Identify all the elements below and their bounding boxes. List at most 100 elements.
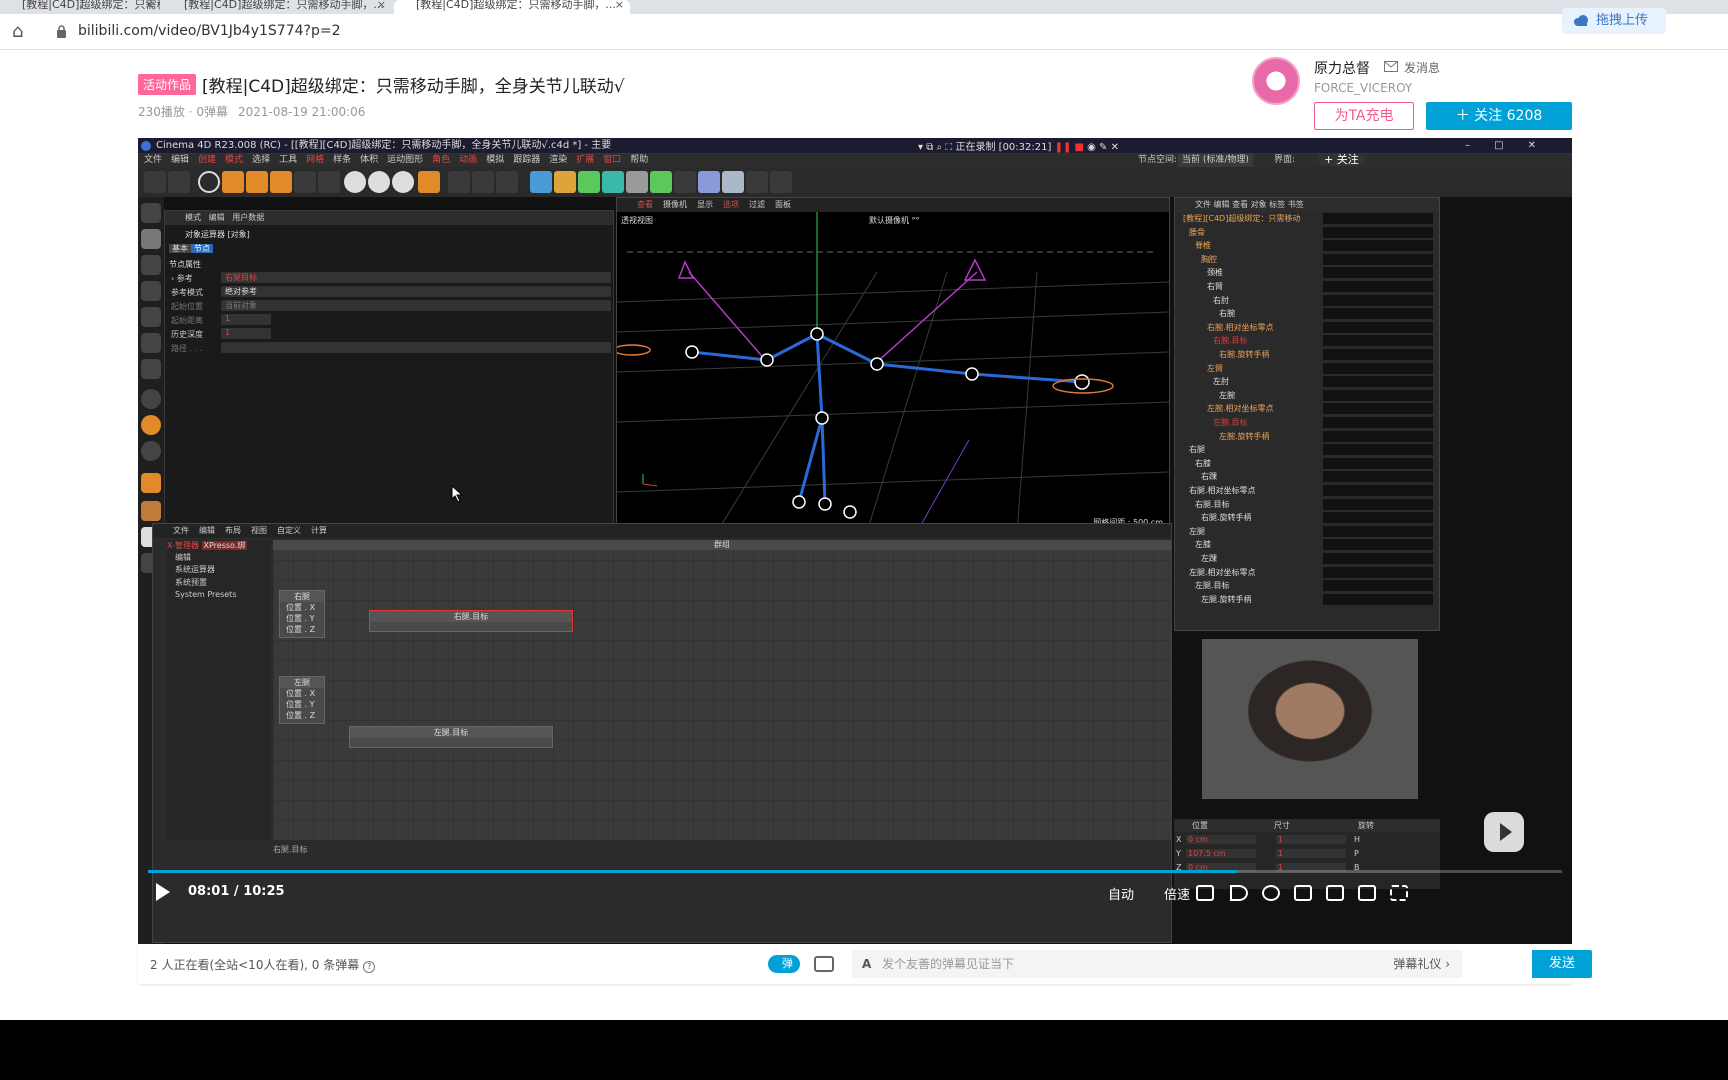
object-row[interactable]: 左腿.相对坐标零点 xyxy=(1175,566,1439,579)
node-left-leg-target[interactable]: 左腿.目标 xyxy=(349,726,553,748)
video-player[interactable]: Cinema 4D R23.008 (RC) - [[教程][C4D]超级绑定：… xyxy=(138,138,1572,944)
cube-icon[interactable] xyxy=(530,171,552,193)
tab-close-icon[interactable]: × xyxy=(145,0,154,10)
points-mode-icon[interactable] xyxy=(141,281,161,301)
object-tags[interactable] xyxy=(1323,525,1433,537)
grid-icon[interactable] xyxy=(141,501,161,521)
y-axis-lock-icon[interactable] xyxy=(368,171,390,193)
node-right-leg-target[interactable]: 右腿.目标 xyxy=(369,610,573,632)
volume-icon[interactable] xyxy=(1230,885,1248,901)
danmaku-toggle[interactable]: 弹 xyxy=(768,955,800,973)
fullscreen-icon[interactable] xyxy=(1390,885,1408,901)
menu-item[interactable]: 渲染 xyxy=(549,155,567,165)
object-tags[interactable] xyxy=(1323,566,1433,578)
object-row[interactable]: 左肘 xyxy=(1175,375,1439,388)
tree-item[interactable]: 系统运算器 xyxy=(167,564,271,577)
pen-icon[interactable] xyxy=(554,171,576,193)
danmaku-settings-icon[interactable] xyxy=(814,956,834,972)
object-tags[interactable] xyxy=(1323,321,1433,333)
home-icon[interactable]: ⌂ xyxy=(12,22,32,42)
menu-item[interactable]: 选择 xyxy=(252,155,270,165)
wide-mode-icon[interactable] xyxy=(1326,885,1344,901)
redo-icon[interactable] xyxy=(168,171,190,193)
picture-in-picture-icon[interactable] xyxy=(1294,885,1312,901)
node-space-select[interactable]: 当前 (标准/物理) xyxy=(1178,154,1253,167)
browser-tab-active[interactable]: [教程|C4D]超级绑定：只需移动手脚，... × xyxy=(394,0,630,14)
menu-item[interactable]: 创建 xyxy=(198,155,216,165)
undo-icon[interactable] xyxy=(144,171,166,193)
object-tags[interactable] xyxy=(1323,213,1433,224)
tab-basic[interactable]: 基本 xyxy=(169,244,191,253)
object-row[interactable]: 胸腔 xyxy=(1175,253,1439,266)
object-tags[interactable] xyxy=(1323,580,1433,592)
menu-item[interactable]: 模式 xyxy=(225,155,243,165)
tree-item[interactable]: System Presets xyxy=(167,590,271,603)
render-region-icon[interactable] xyxy=(448,171,470,193)
axis-icon[interactable] xyxy=(318,171,340,193)
menu-item[interactable]: 文件 xyxy=(144,155,162,165)
render-settings-icon[interactable] xyxy=(496,171,518,193)
drag-upload-button[interactable]: 拖拽上传 xyxy=(1562,8,1666,34)
snap-icon[interactable] xyxy=(141,389,161,409)
object-tags[interactable] xyxy=(1323,294,1433,306)
play-icon[interactable] xyxy=(156,883,170,901)
object-row[interactable]: 右膝 xyxy=(1175,457,1439,470)
tab-node[interactable]: 节点 xyxy=(191,244,213,253)
3d-viewport[interactable]: 查看 摄像机 显示 选项 过滤 面板 透视视图 默认摄像机 °° xyxy=(616,197,1170,533)
danmaku-etiquette-link[interactable]: 弹幕礼仪 › xyxy=(1393,950,1450,978)
web-fullscreen-icon[interactable] xyxy=(1358,885,1376,901)
object-row[interactable]: 左腿.目标 xyxy=(1175,579,1439,592)
object-row[interactable]: 腰骨 xyxy=(1175,226,1439,239)
menu-item[interactable]: 运动图形 xyxy=(387,155,423,165)
object-row[interactable]: 右腕.相对坐标零点 xyxy=(1175,321,1439,334)
object-row[interactable]: 左腕 xyxy=(1175,389,1439,402)
coordinate-system-icon[interactable] xyxy=(418,171,440,193)
workplane-icon[interactable] xyxy=(141,441,161,461)
x-axis-lock-icon[interactable] xyxy=(344,171,366,193)
browser-tab[interactable]: [教程|C4D]超级绑定：只需移动手脚，...× xyxy=(162,0,392,14)
object-row[interactable]: 右腿 xyxy=(1175,443,1439,456)
menu-item[interactable]: 帮助 xyxy=(630,155,648,165)
axis-mode-icon[interactable] xyxy=(141,359,161,379)
object-row[interactable]: 脊椎 xyxy=(1175,239,1439,252)
move-icon[interactable] xyxy=(222,171,244,193)
menu-item[interactable]: 扩展 xyxy=(576,155,594,165)
speed-button[interactable]: 倍速 xyxy=(1164,884,1190,903)
font-style-icon[interactable]: A xyxy=(862,950,871,978)
edges-mode-icon[interactable] xyxy=(141,307,161,327)
menu-item[interactable]: 工具 xyxy=(279,155,297,165)
object-mode-icon[interactable] xyxy=(141,229,161,249)
tab-close-icon[interactable]: × xyxy=(615,0,624,10)
node-left-leg[interactable]: 左腿 位置 . X 位置 . Y 位置 . Z xyxy=(279,676,325,724)
object-row[interactable]: 右腕.目标 xyxy=(1175,334,1439,347)
menu-item[interactable]: 角色 xyxy=(432,155,450,165)
danmaku-input[interactable]: A 发个友善的弹幕见证当下 弹幕礼仪 › xyxy=(852,950,1462,978)
render-view-icon[interactable] xyxy=(472,171,494,193)
menu-item[interactable]: 体积 xyxy=(360,155,378,165)
menu-item[interactable]: 模拟 xyxy=(486,155,504,165)
xpresso-graph[interactable]: 群组 右腿 位置 . X 位置 . Y 位置 . Z 左腿 位置 . X 位置 … xyxy=(273,540,1171,840)
recent-tool-icon[interactable] xyxy=(294,171,316,193)
event-tag[interactable]: 活动作品 xyxy=(138,74,197,95)
object-tags[interactable] xyxy=(1323,240,1433,252)
deformer-icon[interactable] xyxy=(626,171,648,193)
snap-settings-icon[interactable] xyxy=(141,415,161,435)
url-input[interactable]: bilibili.com/video/BV1Jb4y1S774?p=2 xyxy=(78,23,340,39)
object-tags[interactable] xyxy=(1323,539,1433,551)
object-tags[interactable] xyxy=(1323,226,1433,238)
browser-tab[interactable]: [教程|C4D]超级绑定：只需移动手脚，...× xyxy=(0,0,160,14)
model-mode-icon[interactable] xyxy=(141,203,161,223)
mail-icon[interactable] xyxy=(1384,61,1398,72)
settings-icon[interactable] xyxy=(1262,885,1280,901)
menu-item[interactable]: 动画 xyxy=(459,155,477,165)
send-button[interactable]: 发送 xyxy=(1532,950,1592,978)
scale-icon[interactable] xyxy=(246,171,268,193)
object-row[interactable]: 左踝 xyxy=(1175,552,1439,565)
z-axis-lock-icon[interactable] xyxy=(392,171,414,193)
progress-bar[interactable] xyxy=(148,870,1562,873)
rotate-icon[interactable] xyxy=(270,171,292,193)
object-tags[interactable] xyxy=(1323,349,1433,360)
object-row[interactable]: 右肘 xyxy=(1175,294,1439,307)
object-row[interactable]: 颈椎 xyxy=(1175,266,1439,279)
object-row[interactable]: 右腿.目标 xyxy=(1175,498,1439,511)
